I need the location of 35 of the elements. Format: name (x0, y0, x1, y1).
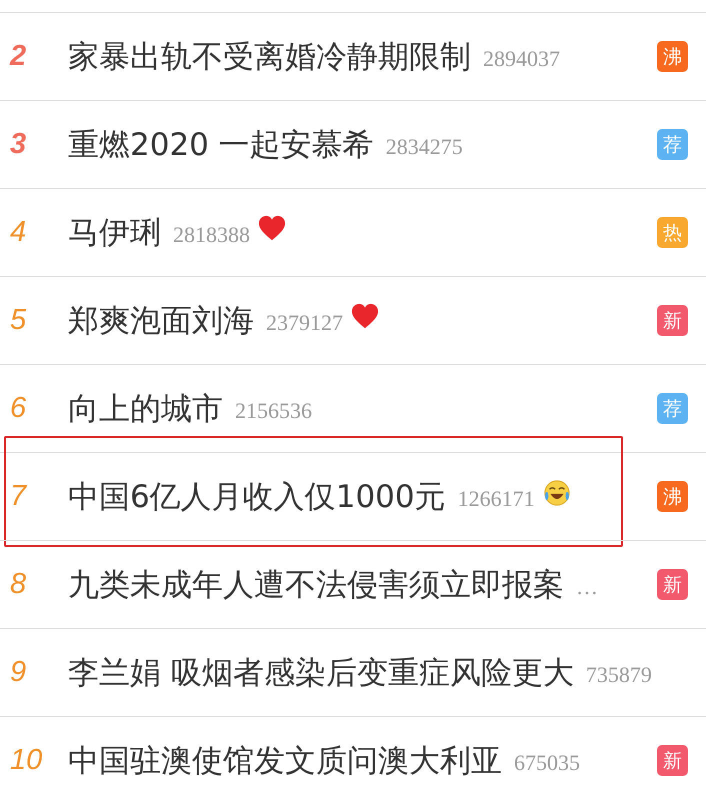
tag-badge: 沸 (657, 481, 688, 512)
tag-badge: 荐 (657, 129, 688, 160)
rank-number: 5 (9, 304, 28, 337)
rank-number: 6 (9, 392, 28, 425)
tag-badge: 沸 (657, 41, 688, 72)
heat-count: 2818388 (173, 222, 250, 248)
topic-link[interactable]: 九类未成年人遭不法侵害须立即报案 (68, 564, 564, 606)
topic-link[interactable]: 家暴出轨不受离婚冷静期限制 (68, 36, 471, 78)
heat-count: 2156536 (235, 398, 312, 424)
topic-link[interactable]: 马伊琍 (68, 212, 161, 254)
heat-count: 1266171 (458, 486, 535, 512)
rank-number: 3 (9, 128, 28, 161)
rank-number: 4 (9, 216, 28, 249)
heat-count: 675035 (514, 750, 580, 776)
heat-count: 2379127 (266, 310, 343, 336)
topic-link[interactable]: 向上的城市 (68, 388, 223, 430)
topic-link[interactable]: 郑爽泡面刘海 (68, 300, 254, 342)
tag-badge: 新 (657, 305, 688, 336)
heat-count: … (576, 574, 598, 600)
heat-count: 735879 (586, 662, 652, 688)
topic-link[interactable]: 李兰娟 吸烟者感染后变重症风险更大 (68, 652, 574, 694)
rank-number: 10 (9, 744, 44, 777)
topic-link[interactable]: 重燃2020 一起安慕希 (68, 124, 374, 166)
rank-number: 2 (8, 40, 28, 73)
heat-count: 2894037 (483, 46, 560, 72)
topic-link[interactable]: 中国驻澳使馆发文质问澳大利亚 (68, 740, 502, 782)
topic-link[interactable]: 中国6亿人月收入仅1000元 (68, 476, 446, 518)
tag-badge: 热 (657, 217, 688, 248)
tag-badge: 新 (657, 569, 688, 600)
rank-number: 7 (9, 480, 28, 513)
rank-number: 8 (9, 568, 28, 601)
heat-count: 2834275 (386, 134, 463, 160)
rank-number: 9 (9, 656, 28, 689)
tag-badge: 荐 (657, 393, 688, 424)
tag-badge: 新 (657, 745, 688, 776)
